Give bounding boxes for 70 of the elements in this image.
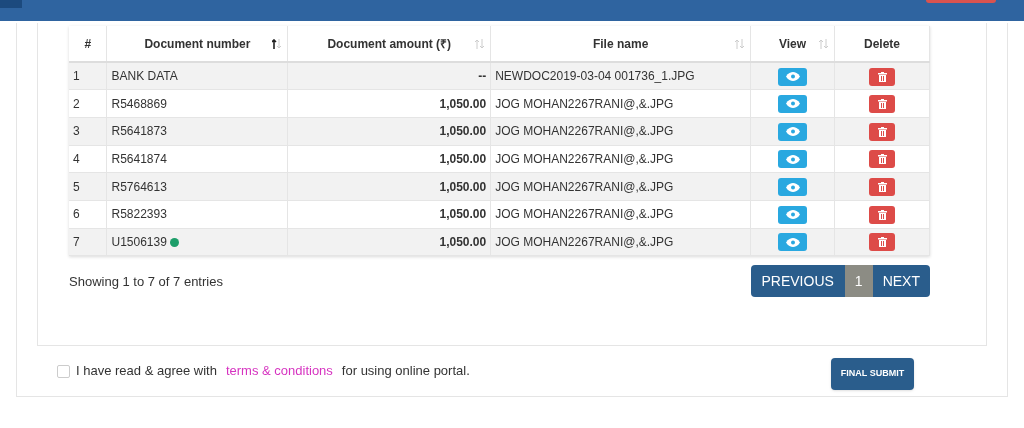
entries-info: Showing 1 to 7 of 7 entries [69,272,223,291]
row-number: 5 [69,172,107,201]
column-header[interactable]: View [750,26,835,62]
eye-icon [785,182,800,192]
row-number: 7 [69,228,107,256]
view-button[interactable] [778,233,808,252]
document-amount: 1,050.00 [287,145,491,173]
document-number: U1506139 [111,234,167,249]
trash-icon [877,237,887,248]
view-button[interactable] [778,67,808,86]
document-amount: 1,050.00 [287,172,491,201]
row-number: 4 [69,145,107,173]
eye-icon [785,72,800,81]
eye-icon [785,237,800,247]
delete-button[interactable] [869,94,895,113]
column-header[interactable]: Document amount (₹) [287,26,491,62]
row-number: 6 [69,200,107,229]
view-button[interactable] [778,94,808,113]
file-name: JOG MOHAN2267RANI@,&.JPG [490,172,751,201]
column-header[interactable]: Document number [106,26,288,62]
trash-icon [877,98,887,109]
trash-icon [877,126,887,137]
file-name: JOG MOHAN2267RANI@,&.JPG [490,145,751,173]
delete-button[interactable] [869,122,895,141]
trash-icon [877,71,887,82]
trash-icon [877,182,887,192]
view-button[interactable] [778,205,808,224]
document-amount: 1,050.00 [287,89,491,118]
trash-icon [877,154,887,165]
agreement-text: I have read & agree with [76,362,217,381]
terms-link[interactable]: terms & conditions [225,361,333,381]
document-amount: -- [287,62,491,90]
view-button[interactable] [778,178,808,196]
document-number: R5641873 [111,124,167,139]
row-number: 1 [69,62,107,90]
agree-checkbox[interactable] [57,364,70,378]
document-number: R5468869 [111,96,167,111]
delete-button[interactable] [869,67,895,86]
delete-button[interactable] [869,205,895,224]
column-header[interactable]: File name [490,26,751,62]
file-name: NEWDOC2019-03-04 001736_1.JPG [490,62,751,90]
agreement-text: for using online portal. [341,362,470,381]
column-header: Delete [834,26,930,62]
document-number: BANK DATA [111,69,178,84]
file-name: JOG MOHAN2267RANI@,&.JPG [490,117,751,146]
eye-icon [785,210,800,220]
eye-icon [785,154,800,164]
document-number: R5641874 [111,151,167,166]
view-button[interactable] [778,150,808,169]
column-header: # [69,26,107,62]
document-number: R5822393 [111,207,167,222]
trash-icon [877,209,887,220]
document-amount: 1,050.00 [287,117,491,146]
delete-button[interactable] [869,233,895,252]
row-number: 2 [69,89,107,118]
file-name: JOG MOHAN2267RANI@,&.JPG [490,228,751,256]
final-submit-button[interactable]: FINAL SUBMIT [831,358,914,390]
delete-button[interactable] [869,150,895,169]
file-name: JOG MOHAN2267RANI@,&.JPG [490,200,751,229]
document-amount: 1,050.00 [287,228,491,256]
document-number: R5764613 [111,179,167,194]
delete-button[interactable] [869,178,895,196]
document-amount: 1,050.00 [287,200,491,229]
file-name: JOG MOHAN2267RANI@,&.JPG [490,89,751,118]
eye-icon [785,127,800,137]
next-button[interactable]: NEXT [872,265,930,298]
previous-button[interactable]: PREVIOUS [750,265,845,298]
eye-icon [785,99,800,109]
view-button[interactable] [778,122,808,141]
row-number: 3 [69,117,107,146]
